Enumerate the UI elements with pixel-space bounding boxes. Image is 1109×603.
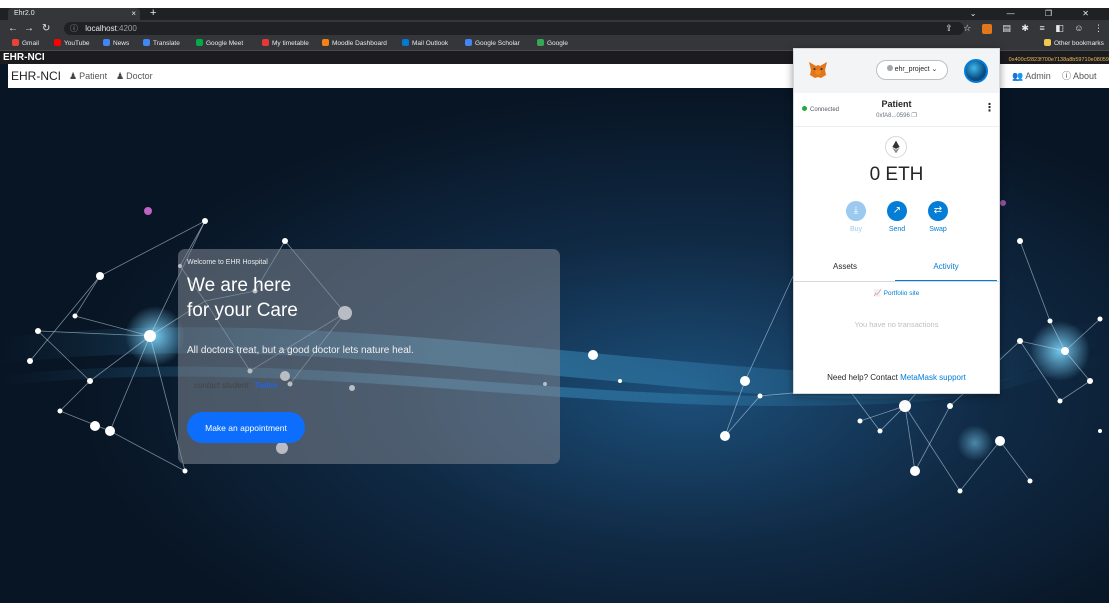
bookmark-moodle[interactable]: Moodle Dashboard: [322, 37, 387, 51]
account-avatar[interactable]: [964, 59, 988, 83]
other-bookmarks[interactable]: Other bookmarks: [1044, 37, 1104, 51]
swap-button[interactable]: ⇄ Swap: [918, 201, 958, 233]
news-icon: [103, 39, 110, 46]
reload-icon[interactable]: ↻: [42, 20, 50, 37]
browser-toolbar: ← → ↻ ⓘ localhost:4200 ⇪ ☆ ▤ ✱ ≡ ◧ ☺ ⋮: [0, 20, 1109, 37]
metamask-popup: ehr_project ⌄ Connected Patient 0xfA8...…: [793, 48, 1000, 394]
chart-icon: 📈: [873, 290, 882, 297]
youtube-icon: [54, 39, 61, 46]
metamask-support-link[interactable]: MetaMask support: [900, 373, 966, 382]
side-panel-icon[interactable]: ◧: [1055, 23, 1064, 33]
user-icon: ♟: [69, 71, 78, 81]
metamask-fox-icon: [809, 62, 827, 78]
twitter-link[interactable]: Twitter: [254, 381, 278, 390]
reading-list-icon[interactable]: ≡: [1039, 23, 1044, 33]
account-balance: 0 ETH: [869, 164, 924, 185]
translate-icon: [143, 39, 150, 46]
chrome-menu-icon[interactable]: ⋮: [1094, 23, 1103, 33]
app-title: EHR-NCI: [3, 52, 45, 63]
outlook-icon: [402, 39, 409, 46]
chevron-down-icon: ⌄: [931, 66, 938, 73]
bookmark-scholar[interactable]: Google Scholar: [465, 37, 520, 51]
tab-title: Ehr2.0: [14, 10, 35, 17]
puzzle-extensions-icon[interactable]: ✱: [1021, 23, 1029, 33]
back-arrow-icon[interactable]: ←: [8, 20, 18, 37]
buy-button[interactable]: ⤓ Buy: [836, 201, 876, 233]
bookmark-google-meet[interactable]: Google Meet: [196, 37, 243, 51]
gmail-icon: [12, 39, 19, 46]
account-menu-icon[interactable]: ⋮: [984, 101, 995, 114]
bookmark-translate[interactable]: Translate: [143, 37, 180, 51]
profile-icon[interactable]: ☺: [1074, 23, 1083, 33]
wallet-tabs: Assets Activity: [794, 254, 999, 282]
account-row: Connected Patient 0xfA8...0596 ❐ ⋮: [794, 93, 999, 127]
address-bar[interactable]: ⓘ localhost:4200: [64, 22, 964, 35]
swap-arrows-icon: ⇄: [928, 201, 948, 221]
empty-activity-text: You have no transactions: [854, 320, 939, 329]
browser-window: Ehr2.0 × + ⌄ — ❐ ✕ ← → ↻ ⓘ localhost:420…: [0, 8, 1109, 603]
portfolio-site-link[interactable]: 📈 Portfolio site: [794, 289, 999, 297]
network-dot-icon: [886, 65, 893, 71]
arrow-up-right-icon: ↗: [887, 201, 907, 221]
send-button[interactable]: ↗ Send: [877, 201, 917, 233]
network-selector[interactable]: ehr_project ⌄: [876, 60, 948, 80]
contact-line: contact student: Twitter: [194, 381, 279, 390]
tab-activity[interactable]: Activity: [895, 254, 997, 282]
copy-icon[interactable]: ❐: [911, 113, 916, 119]
connection-status[interactable]: Connected: [802, 106, 839, 113]
moodle-icon: [322, 39, 329, 46]
site-info-icon[interactable]: ⓘ: [70, 24, 78, 33]
extension-icon[interactable]: ▤: [1002, 23, 1011, 33]
connected-dot-icon: [802, 106, 807, 111]
folder-icon: [1044, 39, 1051, 46]
bookmark-gmail[interactable]: Gmail: [12, 37, 39, 51]
google-icon: [537, 39, 544, 46]
nav-link-admin[interactable]: 👥 Admin: [1012, 64, 1051, 88]
window-controls[interactable]: ⌄ — ❐ ✕: [970, 8, 1103, 20]
forward-arrow-icon[interactable]: →: [24, 20, 34, 37]
url-port: :4200: [116, 24, 137, 33]
close-tab-icon[interactable]: ×: [131, 8, 136, 20]
browser-tab[interactable]: Ehr2.0 ×: [8, 8, 140, 20]
bookmark-youtube[interactable]: YouTube: [54, 37, 90, 51]
navbar-brand[interactable]: EHR-NCI: [11, 64, 61, 88]
new-tab-button[interactable]: +: [150, 8, 156, 19]
tab-strip: Ehr2.0 × + ⌄ — ❐ ✕: [0, 8, 1109, 20]
bookmark-star-icon[interactable]: ☆: [963, 23, 971, 33]
share-icon[interactable]: ⇪: [945, 23, 953, 33]
bookmark-outlook[interactable]: Mail Outlook: [402, 37, 448, 51]
toolbar-icons: ⇪ ☆ ▤ ✱ ≡ ◧ ☺ ⋮: [937, 20, 1103, 37]
tab-assets[interactable]: Assets: [794, 254, 896, 282]
timetable-icon: [262, 39, 269, 46]
hero-headline: We are here for your Care: [187, 275, 298, 321]
info-icon: ⓘ: [1062, 71, 1072, 81]
help-text: Need help? Contact MetaMask support: [827, 373, 966, 382]
ethereum-icon: [885, 136, 907, 158]
nav-link-doctor[interactable]: ♟ Doctor: [116, 64, 153, 88]
bookmark-timetable[interactable]: My timetable: [262, 37, 309, 51]
make-appointment-button[interactable]: Make an appointment: [187, 412, 305, 443]
account-name[interactable]: Patient: [854, 99, 939, 109]
account-address[interactable]: 0xfA8...0596 ❐: [854, 112, 939, 119]
url-host: localhost: [85, 24, 117, 33]
bookmark-google[interactable]: Google: [537, 37, 568, 51]
users-icon: 👥: [1012, 71, 1024, 81]
metamask-header: ehr_project ⌄: [794, 49, 999, 93]
nav-link-about[interactable]: ⓘ About: [1062, 64, 1097, 88]
download-icon: ⤓: [846, 201, 866, 221]
metamask-extension-icon[interactable]: [981, 23, 992, 34]
welcome-text: Welcome to EHR Hospital: [187, 259, 268, 266]
meet-icon: [196, 39, 203, 46]
scholar-icon: [465, 39, 472, 46]
nav-link-patient[interactable]: ♟ Patient: [69, 64, 107, 88]
user-icon: ♟: [116, 71, 125, 81]
hero-quote: All doctors treat, but a good doctor let…: [187, 345, 414, 356]
hero-card: Welcome to EHR Hospital We are here for …: [178, 249, 560, 464]
bookmark-news[interactable]: News: [103, 37, 129, 51]
tab-divider: [794, 281, 999, 282]
